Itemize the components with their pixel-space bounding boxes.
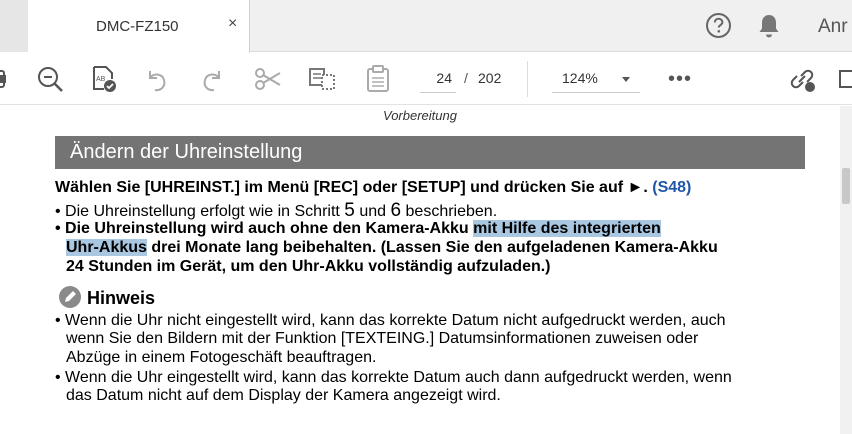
clipboard-icon[interactable] bbox=[362, 63, 394, 95]
bullet-2-line-3: 24 Stunden im Gerät, um den Uhr-Akku vol… bbox=[66, 258, 551, 276]
help-icon[interactable] bbox=[705, 12, 732, 39]
page-reference-link[interactable]: (S48) bbox=[652, 179, 691, 196]
undo-icon[interactable] bbox=[141, 63, 173, 95]
bullet-1: • Die Uhreinstellung erfolgt wie in Schr… bbox=[55, 200, 498, 221]
hint-2-line-1: • Wenn die Uhr eingestellt wird, kann da… bbox=[55, 369, 732, 386]
bullet-2-text: drei Monate lang beibehalten. (Lassen Si… bbox=[151, 239, 718, 256]
share-link-icon[interactable] bbox=[786, 63, 818, 95]
hint-2-text: das Datum nicht auf dem Display der Kame… bbox=[66, 387, 501, 404]
zoom-select[interactable]: 124% bbox=[552, 65, 640, 93]
more-options-button[interactable]: ••• bbox=[668, 68, 692, 91]
copy-icon[interactable] bbox=[306, 63, 338, 95]
document-viewer[interactable]: Vorbereitung Ändern der Uhreinstellung W… bbox=[0, 106, 852, 434]
bullet-2-line-2: Uhr-Akkus drei Monate lang beibehalten. … bbox=[66, 239, 718, 257]
bullet-1-text: Die Uhreinstellung erfolgt wie in Schrit… bbox=[65, 203, 340, 220]
section-label: Vorbereitung bbox=[383, 108, 457, 123]
selected-text: Uhr-Akkus bbox=[66, 239, 147, 256]
scrollbar-thumb[interactable] bbox=[842, 168, 850, 204]
page-total: 202 bbox=[478, 70, 502, 86]
svg-text:AB: AB bbox=[96, 76, 106, 83]
bullet-1-conjunction: und bbox=[359, 203, 387, 220]
intro-text: Wählen Sie [UHREINST.] im Menü [REC] ode… bbox=[55, 179, 648, 196]
bell-icon[interactable] bbox=[757, 13, 781, 39]
step-number: 6 bbox=[390, 200, 402, 221]
bullet-1-end: beschrieben. bbox=[405, 203, 498, 220]
spellcheck-icon[interactable]: AB bbox=[88, 63, 120, 95]
previous-tab[interactable] bbox=[0, 0, 28, 52]
hint-1-line-2: wenn Sie den Bildern mit der Funktion [T… bbox=[66, 330, 698, 348]
user-name[interactable]: Anr bbox=[818, 16, 848, 38]
chevron-down-icon bbox=[622, 77, 630, 82]
intro-line: Wählen Sie [UHREINST.] im Menü [REC] ode… bbox=[55, 179, 691, 197]
scissors-icon[interactable] bbox=[252, 63, 284, 95]
section-heading: Ändern der Uhreinstellung bbox=[70, 141, 303, 163]
hint-1-text: Wenn die Uhr nicht eingestellt wird, kan… bbox=[65, 312, 726, 329]
document-tab[interactable]: DMC-FZ150 × bbox=[28, 0, 250, 53]
close-tab-button[interactable]: × bbox=[228, 15, 237, 33]
zoom-value: 124% bbox=[562, 70, 598, 86]
toolbar-divider bbox=[527, 61, 528, 97]
toolbar: AB 24 / 202 124% ••• bbox=[0, 53, 852, 105]
hint-2-text: Wenn die Uhr eingestellt wird, kann das … bbox=[65, 369, 732, 386]
step-number: 5 bbox=[344, 200, 355, 221]
redo-icon[interactable] bbox=[196, 63, 228, 95]
hint-title: Hinweis bbox=[87, 288, 156, 308]
bullet-2-text: Die Uhreinstellung wird auch ohne den Ka… bbox=[65, 220, 469, 237]
pencil-note-icon bbox=[58, 285, 82, 309]
bullet-2-line-1: • Die Uhreinstellung wird auch ohne den … bbox=[55, 220, 661, 237]
hint-1-text: wenn Sie den Bildern mit der Funktion [T… bbox=[66, 330, 699, 347]
page-separator: / bbox=[464, 70, 468, 86]
partial-tool-icon[interactable] bbox=[0, 63, 14, 95]
selected-text: mit Hilfe des integrierten bbox=[473, 220, 661, 237]
page-number-input[interactable]: 24 bbox=[420, 65, 456, 93]
hint-1-line-1: • Wenn die Uhr nicht eingestellt wird, k… bbox=[55, 312, 726, 329]
send-icon[interactable] bbox=[836, 63, 852, 95]
hint-2-line-2: das Datum nicht auf dem Display der Kame… bbox=[66, 387, 501, 405]
section-heading-bar: Ändern der Uhreinstellung bbox=[55, 136, 805, 169]
hint-1-line-3: Abzüge in einem Fotogeschäft beauftragen… bbox=[66, 349, 376, 367]
tab-bar: DMC-FZ150 × Anr bbox=[0, 0, 852, 53]
vertical-scrollbar[interactable] bbox=[840, 106, 852, 434]
hint-1-text: Abzüge in einem Fotogeschäft beauftragen… bbox=[66, 349, 377, 366]
tab-title: DMC-FZ150 bbox=[96, 18, 179, 35]
search-icon[interactable] bbox=[34, 63, 66, 95]
pdf-page: Vorbereitung Ändern der Uhreinstellung W… bbox=[0, 106, 840, 434]
bullet-2-text: 24 Stunden im Gerät, um den Uhr-Akku vol… bbox=[66, 258, 551, 275]
